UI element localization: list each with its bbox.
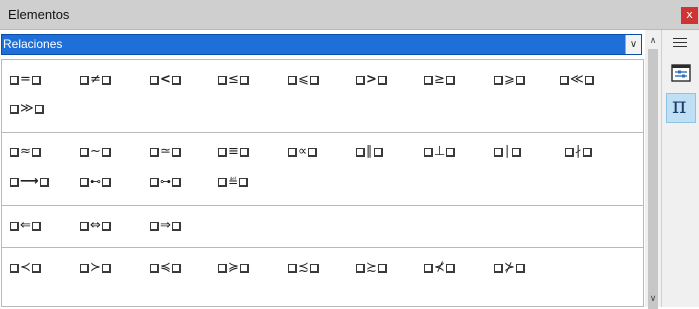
- symbol-succeeds-equal-button[interactable]: ≽: [218, 257, 249, 279]
- scroll-thumb[interactable]: [648, 49, 658, 309]
- symbol-not-succeeds-button[interactable]: ⊁: [494, 257, 525, 279]
- symbol-tends-to-button[interactable]: ⟶: [10, 171, 49, 193]
- close-button[interactable]: x: [681, 7, 698, 24]
- symbol-divides-button[interactable]: ∣: [494, 141, 521, 163]
- symbol-less-than-button[interactable]: <: [150, 69, 181, 91]
- relations-group-precedence: ≺ ≻ ≼ ≽ ≾ ≿ ⊀ ⊁: [2, 248, 643, 306]
- symbol-succeeds-button[interactable]: ≻: [80, 257, 111, 279]
- symbol-less-equal-button[interactable]: ≤: [218, 69, 249, 91]
- panel-title: Elementos: [8, 7, 70, 22]
- symbol-greater-equal-button[interactable]: ≥: [424, 69, 455, 91]
- symbol-image-of-button[interactable]: ⊷: [80, 171, 111, 193]
- symbol-left-right-double-arrow-button[interactable]: ⇔: [80, 215, 111, 237]
- symbol-right-double-arrow-button[interactable]: ⇒: [150, 215, 181, 237]
- hamburger-menu-icon[interactable]: [673, 38, 687, 50]
- category-dropdown-value: Relaciones: [3, 37, 63, 51]
- symbol-simeq-button[interactable]: ≃: [150, 141, 181, 163]
- category-dropdown[interactable]: Relaciones ∨: [1, 34, 642, 55]
- relations-group-arrows: ⇐ ⇔ ⇒: [2, 206, 643, 248]
- symbol-precedes-equal-button[interactable]: ≼: [150, 257, 181, 279]
- symbol-not-equal-button[interactable]: ≠: [80, 69, 111, 91]
- symbol-not-divides-button[interactable]: ∤: [565, 141, 592, 163]
- symbol-parallel-button[interactable]: ∥: [356, 141, 383, 163]
- scroll-up-icon[interactable]: ∧: [645, 34, 661, 48]
- relations-group-basic: = ≠ < ≤ ⩽ > ≥ ⩾ ≪ ≫: [2, 60, 643, 133]
- symbol-equivalent-button[interactable]: ≡: [218, 141, 249, 163]
- symbol-precedes-equivalent-button[interactable]: ≾: [288, 257, 319, 279]
- symbol-succeeds-equivalent-button[interactable]: ≿: [356, 257, 387, 279]
- sidebar-tabbar: π: [661, 30, 699, 307]
- symbol-left-double-arrow-button[interactable]: ⇐: [10, 215, 41, 237]
- symbol-similar-button[interactable]: ~: [80, 141, 111, 163]
- symbol-proportional-button[interactable]: ∝: [288, 141, 318, 163]
- symbol-much-greater-button[interactable]: ≫: [10, 98, 44, 120]
- symbol-defined-as-button[interactable]: ≝: [218, 171, 249, 193]
- symbol-orthogonal-button[interactable]: ⊥: [424, 141, 456, 163]
- relations-group-similarity: ≈ ~ ≃ ≡ ∝ ∥ ⊥ ∣ ∤ ⟶ ⊷ ⊶ ≝: [2, 133, 643, 206]
- symbol-greater-slant-equal-button[interactable]: ⩾: [494, 69, 525, 91]
- symbol-precedes-button[interactable]: ≺: [10, 257, 41, 279]
- symbol-original-of-button[interactable]: ⊶: [150, 171, 181, 193]
- panel-titlebar: Elementos x: [0, 0, 699, 30]
- chevron-down-icon[interactable]: ∨: [625, 35, 641, 54]
- elements-tab-button[interactable]: π: [666, 93, 696, 123]
- symbol-equal-button[interactable]: =: [10, 69, 41, 91]
- elements-panel: = ≠ < ≤ ⩽ > ≥ ⩾ ≪ ≫ ≈ ~ ≃ ≡ ∝ ∥ ⊥ ∣ ∤ ⟶ …: [1, 59, 644, 307]
- pi-icon: π: [672, 94, 687, 119]
- vertical-scrollbar[interactable]: ∧ ∨: [645, 30, 661, 309]
- symbol-approx-button[interactable]: ≈: [10, 141, 41, 163]
- symbol-not-precedes-button[interactable]: ⊀: [424, 257, 455, 279]
- symbol-much-less-button[interactable]: ≪: [560, 69, 594, 91]
- symbol-less-slant-equal-button[interactable]: ⩽: [288, 69, 319, 91]
- scroll-down-icon[interactable]: ∨: [645, 292, 661, 306]
- symbol-greater-than-button[interactable]: >: [356, 69, 387, 91]
- properties-icon[interactable]: [669, 61, 693, 85]
